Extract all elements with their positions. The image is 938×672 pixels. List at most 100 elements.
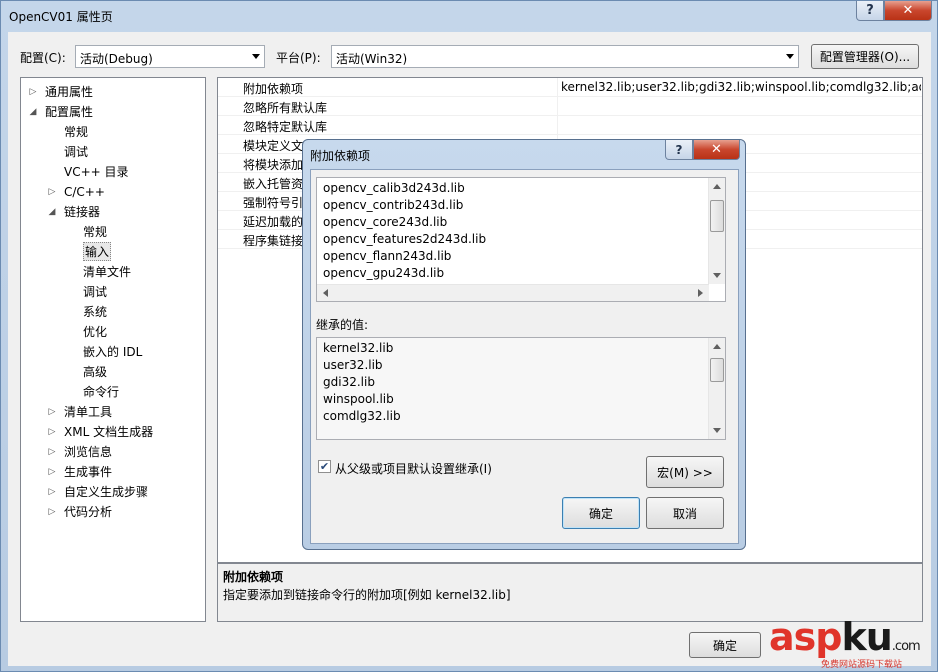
tree-item[interactable]: ▷ 通用属性 — [27, 82, 93, 101]
platform-combo[interactable]: 活动(Win32) — [331, 45, 799, 68]
tree-item-label: 链接器 — [64, 205, 101, 219]
tree-expander-icon[interactable]: ▷ — [27, 87, 39, 97]
tree-item[interactable]: 调试 — [65, 282, 107, 301]
description-text: 指定要添加到链接命令行的附加项[例如 kernel32.lib] — [223, 588, 511, 602]
inherit-checkbox[interactable]: ✔ — [318, 460, 331, 473]
tree-item[interactable]: ▷ 清单工具 — [46, 402, 112, 421]
property-name: 程序集链接 — [243, 234, 304, 248]
tree-item-label: 清单文件 — [83, 265, 132, 279]
tree-item-label: 优化 — [83, 325, 108, 339]
dialog-close-button[interactable]: ✕ — [693, 140, 740, 160]
tree-item-label: 高级 — [83, 365, 108, 379]
macro-button[interactable]: 宏(M) >> — [646, 456, 724, 488]
dependency-line[interactable]: opencv_calib3d243d.lib — [323, 181, 465, 195]
tree-item[interactable]: ◢ 配置属性 — [27, 102, 93, 121]
platform-value: 活动(Win32) — [336, 52, 408, 66]
property-row[interactable]: 忽略所有默认库 — [218, 97, 922, 116]
tree-item[interactable]: ▷ C/C++ — [46, 182, 105, 201]
tree-item[interactable]: 嵌入的 IDL — [65, 342, 142, 361]
horizontal-scrollbar[interactable] — [317, 284, 709, 301]
property-name: 附加依赖项 — [243, 82, 304, 96]
config-manager-button[interactable]: 配置管理器(O)... — [811, 44, 919, 69]
title-bar: OpenCV01 属性页 ? ✕ — [1, 1, 937, 31]
dependency-line[interactable]: opencv_core243d.lib — [323, 215, 447, 229]
tree-expander-icon[interactable]: ▷ — [46, 507, 58, 517]
dependency-line[interactable]: opencv_flann243d.lib — [323, 249, 451, 263]
property-name: 嵌入托管资 — [243, 177, 304, 191]
scroll-up-icon[interactable] — [713, 344, 721, 349]
tree-item-label: 调试 — [64, 145, 89, 159]
tree-item-label: 命令行 — [83, 385, 120, 399]
scroll-right-icon[interactable] — [698, 289, 703, 297]
window-title: OpenCV01 属性页 — [9, 10, 113, 24]
config-label: 配置(C): — [20, 51, 66, 65]
dialog-ok-button[interactable]: 确定 — [562, 497, 640, 529]
property-row[interactable]: 附加依赖项 kernel32.lib;user32.lib;gdi32.lib;w… — [218, 78, 922, 97]
tree-item-label: 浏览信息 — [64, 445, 113, 459]
tree-item[interactable]: ▷ 代码分析 — [46, 502, 112, 521]
scroll-down-icon[interactable] — [713, 428, 721, 433]
tree-item-label: 清单工具 — [64, 405, 113, 419]
tree-item[interactable]: 命令行 — [65, 382, 119, 401]
tree-expander-icon[interactable]: ▷ — [46, 407, 58, 417]
tree-expander-icon[interactable]: ◢ — [46, 207, 58, 217]
property-name: 模块定义文 — [243, 139, 304, 153]
tree-item-label: XML 文档生成器 — [64, 425, 154, 439]
dependency-line[interactable]: opencv_features2d243d.lib — [323, 232, 486, 246]
dialog-help-button[interactable]: ? — [665, 140, 693, 160]
tree-item[interactable]: 调试 — [46, 142, 88, 161]
config-combo[interactable]: 活动(Debug) — [75, 45, 265, 68]
dependency-line[interactable]: opencv_contrib243d.lib — [323, 198, 463, 212]
tree-expander-icon[interactable]: ▷ — [46, 487, 58, 497]
vertical-scrollbar[interactable] — [708, 178, 725, 284]
scroll-thumb[interactable] — [710, 358, 724, 382]
description-title: 附加依赖项 — [223, 570, 284, 584]
tree-expander-icon[interactable]: ▷ — [46, 447, 58, 457]
ok-button[interactable]: 确定 — [689, 632, 761, 658]
scroll-left-icon[interactable] — [323, 289, 328, 297]
tree-expander-icon[interactable]: ▷ — [46, 467, 58, 477]
tree-item[interactable]: 常规 — [65, 222, 107, 241]
chevron-down-icon — [786, 54, 794, 59]
property-row[interactable]: 忽略特定默认库 — [218, 116, 922, 135]
tree-item[interactable]: ▷ 自定义生成步骤 — [46, 482, 148, 501]
tree-item[interactable]: 输入 — [65, 242, 112, 261]
dependency-line[interactable]: opencv_gpu243d.lib — [323, 266, 444, 280]
watermark-subtitle: 免费网站源码下载站 — [821, 660, 903, 670]
tree-item[interactable]: ◢ 链接器 — [46, 202, 100, 221]
category-tree[interactable]: ▷ 通用属性 ◢ 配置属性 常规 调试 VC++ 目录 ▷ C/C++ ◢ 链接器 常规 输入 清单文件调… — [20, 77, 206, 622]
help-button[interactable]: ? — [856, 1, 884, 21]
column-divider — [557, 97, 558, 116]
inherited-value: kernel32.lib — [323, 341, 394, 355]
tree-expander-icon[interactable]: ◢ — [27, 107, 39, 117]
tree-item[interactable]: 高级 — [65, 362, 107, 381]
tree-item[interactable]: ▷ XML 文档生成器 — [46, 422, 154, 441]
inherited-values-list: kernel32.lib user32.lib gdi32.lib winspool.… — [316, 337, 726, 440]
tree-expander-icon[interactable]: ▷ — [46, 427, 58, 437]
window-frame: OpenCV01 属性页 ? ✕ 配置(C): 活动(Debug) 平台(P):… — [0, 0, 938, 672]
tree-item-label: 系统 — [83, 305, 108, 319]
platform-label: 平台(P): — [276, 51, 321, 65]
tree-item[interactable]: ▷ 生成事件 — [46, 462, 112, 481]
dialog-title: 附加依赖项 — [310, 149, 371, 163]
tree-item[interactable]: VC++ 目录 — [46, 162, 129, 181]
close-button[interactable]: ✕ — [884, 1, 932, 21]
tree-item-label: 输入 — [83, 242, 112, 261]
watermark-suffix: .com — [891, 639, 921, 654]
scroll-down-icon[interactable] — [713, 273, 721, 278]
tree-item[interactable]: 常规 — [46, 122, 88, 141]
tree-item[interactable]: ▷ 浏览信息 — [46, 442, 112, 461]
property-value[interactable]: kernel32.lib;user32.lib;gdi32.lib;winspo… — [561, 80, 921, 94]
tree-item[interactable]: 优化 — [65, 322, 107, 341]
dialog-cancel-button[interactable]: 取消 — [646, 497, 724, 529]
tree-item[interactable]: 清单文件 — [65, 262, 131, 281]
dependencies-editor[interactable]: opencv_calib3d243d.lib opencv_contrib243d… — [316, 177, 726, 302]
inherit-checkbox-label[interactable]: 从父级或项目默认设置继承(I) — [335, 460, 492, 477]
watermark-main-b: ku — [841, 615, 892, 659]
scroll-thumb[interactable] — [710, 200, 724, 232]
inherited-value: user32.lib — [323, 358, 383, 372]
tree-item[interactable]: 系统 — [65, 302, 107, 321]
scroll-up-icon[interactable] — [713, 184, 721, 189]
tree-expander-icon[interactable]: ▷ — [46, 187, 58, 197]
inherited-scrollbar[interactable] — [708, 338, 725, 439]
